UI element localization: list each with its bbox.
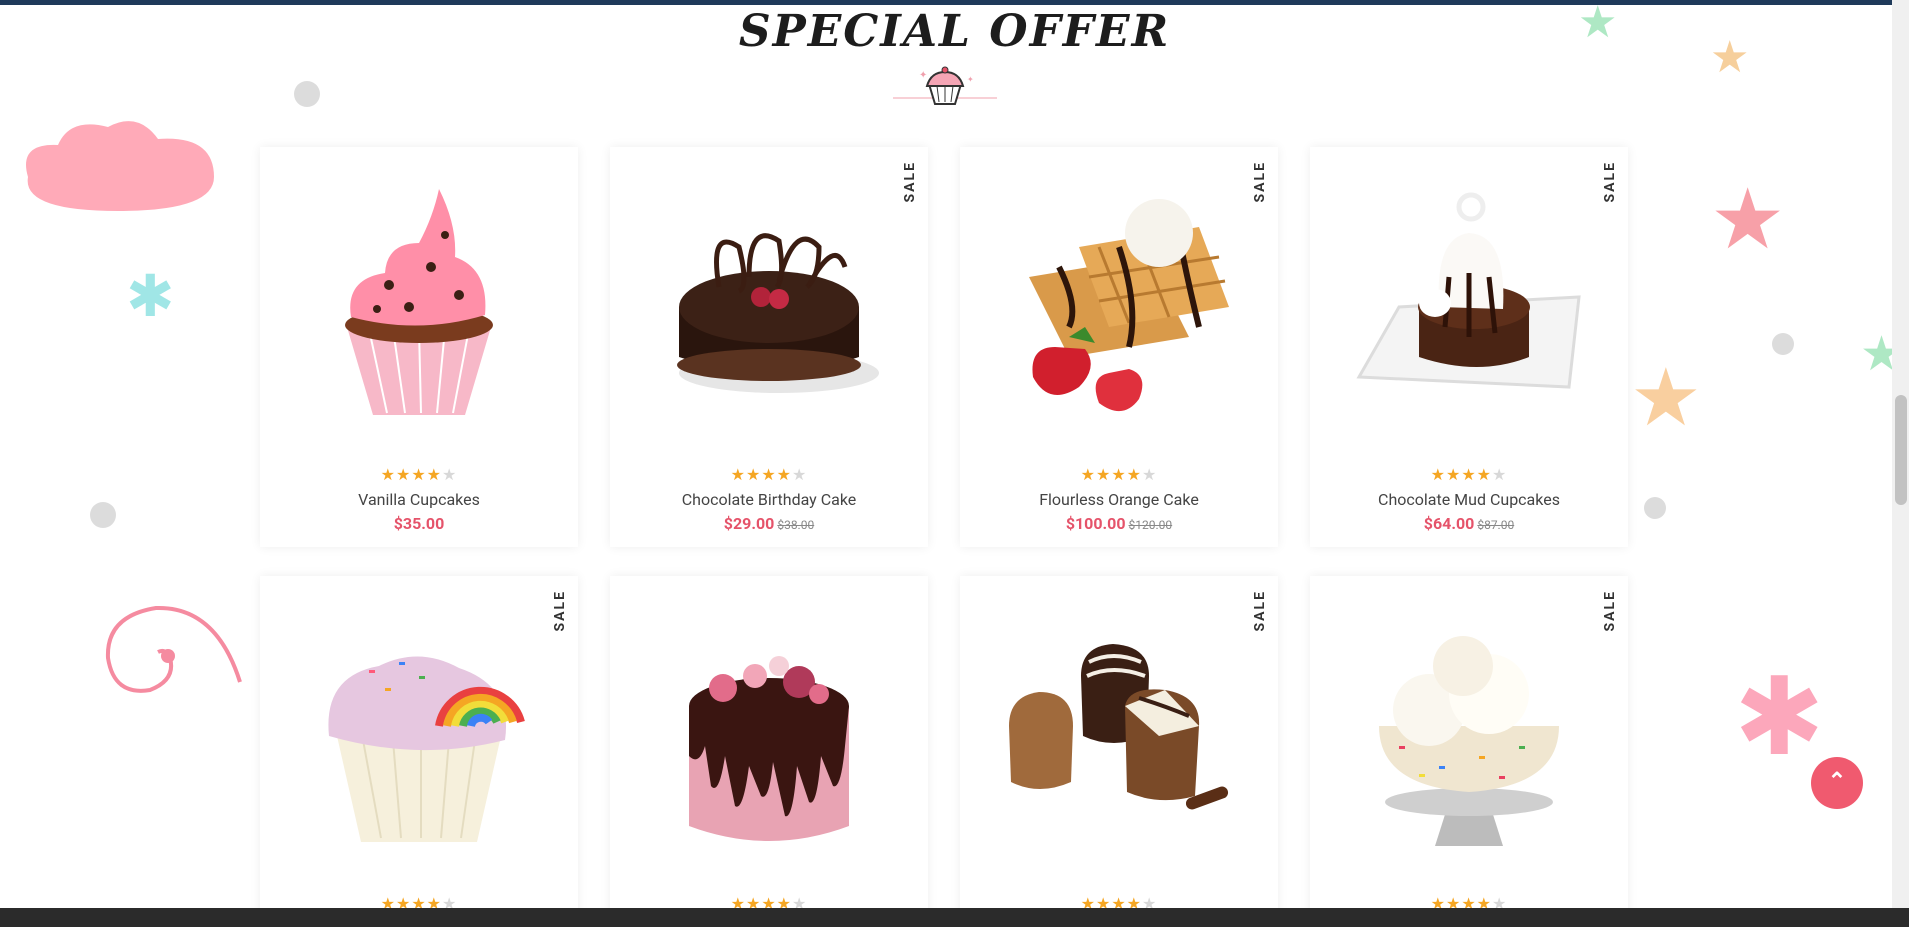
sale-badge: SALE bbox=[1252, 590, 1268, 632]
old-price: $120.00 bbox=[1128, 518, 1173, 532]
grey-dot bbox=[90, 502, 116, 528]
star-icon: ★ bbox=[1710, 170, 1786, 269]
product-card[interactable]: SALE ★★★★★ Chocolate Mud Cupcakes $64.00… bbox=[1310, 147, 1628, 547]
price-line: $100.00 $120.00 bbox=[960, 514, 1278, 533]
sparkle-icon: ✱ bbox=[126, 263, 175, 331]
product-price: $100.00 bbox=[1065, 514, 1126, 533]
product-price: $29.00 bbox=[723, 514, 775, 533]
product-name[interactable]: Chocolate Mud Cupcakes bbox=[1310, 490, 1628, 509]
old-price: $87.00 bbox=[1477, 518, 1515, 532]
rainbow-cupcake-image[interactable] bbox=[289, 606, 549, 866]
rating-stars: ★★★★★ bbox=[380, 465, 458, 484]
rating-stars: ★★★★★ bbox=[730, 465, 808, 484]
swirl-shape bbox=[105, 605, 242, 693]
price-line: $35.00 bbox=[260, 514, 578, 533]
product-name[interactable]: Chocolate Birthday Cake bbox=[610, 490, 928, 509]
ice-cream-sprinkle-bowl-image[interactable] bbox=[1339, 606, 1599, 866]
scrollbar-thumb[interactable] bbox=[1895, 395, 1907, 505]
chocolate-mud-cake-plate-image[interactable] bbox=[1339, 177, 1599, 437]
double-chevron-up-icon[interactable]: ⌃ bbox=[1811, 757, 1863, 809]
star-icon: ★ bbox=[1578, 0, 1618, 48]
grey-dot bbox=[294, 81, 320, 107]
product-card[interactable]: ★★★★★ Vanilla Cupcakes $35.00 bbox=[260, 147, 578, 547]
product-name[interactable]: Vanilla Cupcakes bbox=[260, 490, 578, 509]
product-card[interactable]: SALE ★★★★★ Flourless Orange Cake $100.00… bbox=[960, 147, 1278, 547]
price-line: $29.00 $38.00 bbox=[610, 514, 928, 533]
rating-stars: ★★★★★ bbox=[1080, 465, 1158, 484]
price-line: $64.00 $87.00 bbox=[1310, 514, 1628, 533]
cupcake-divider-icon: ✦ ✦ bbox=[893, 66, 997, 105]
product-card[interactable]: SALE ★★★★★ bbox=[1310, 576, 1628, 927]
old-price: $38.00 bbox=[777, 518, 815, 532]
sale-badge: SALE bbox=[1602, 590, 1618, 632]
product-card[interactable]: SALE ★★★★★ bbox=[260, 576, 578, 927]
chocolate-cake-image[interactable] bbox=[639, 177, 899, 437]
rating-stars: ★★★★★ bbox=[1430, 465, 1508, 484]
product-card[interactable]: ★★★★★ bbox=[610, 576, 928, 927]
product-card[interactable]: SALE ★★★★★ Chocolate Birthday Cake $29.0… bbox=[610, 147, 928, 547]
sale-badge: SALE bbox=[902, 161, 918, 203]
cloud-shape bbox=[26, 121, 214, 211]
sale-badge: SALE bbox=[552, 590, 568, 632]
product-price: $64.00 bbox=[1423, 514, 1475, 533]
pink-frosted-cupcake-image[interactable] bbox=[289, 177, 549, 437]
grey-dot bbox=[1772, 333, 1794, 355]
product-price: $35.00 bbox=[393, 514, 445, 533]
top-bar bbox=[0, 0, 1909, 5]
product-card[interactable]: SALE ★★★★★ bbox=[960, 576, 1278, 927]
star-icon: ★ bbox=[1630, 351, 1702, 445]
sale-badge: SALE bbox=[1252, 161, 1268, 203]
os-taskbar bbox=[0, 908, 1909, 927]
chocolate-truffles-image[interactable] bbox=[989, 606, 1249, 866]
pink-drip-cake-image[interactable] bbox=[639, 606, 899, 866]
flower-icon: ✱ bbox=[1734, 655, 1825, 781]
product-name[interactable]: Flourless Orange Cake bbox=[960, 490, 1278, 509]
grey-dot bbox=[1644, 497, 1666, 519]
section-title: SPECIAL OFFER bbox=[738, 6, 1171, 57]
waffles-strawberries-image[interactable] bbox=[989, 177, 1249, 437]
svg-text:✦: ✦ bbox=[967, 75, 974, 84]
svg-text:✦: ✦ bbox=[919, 70, 927, 81]
sale-badge: SALE bbox=[1602, 161, 1618, 203]
star-icon: ★ bbox=[1710, 31, 1750, 83]
